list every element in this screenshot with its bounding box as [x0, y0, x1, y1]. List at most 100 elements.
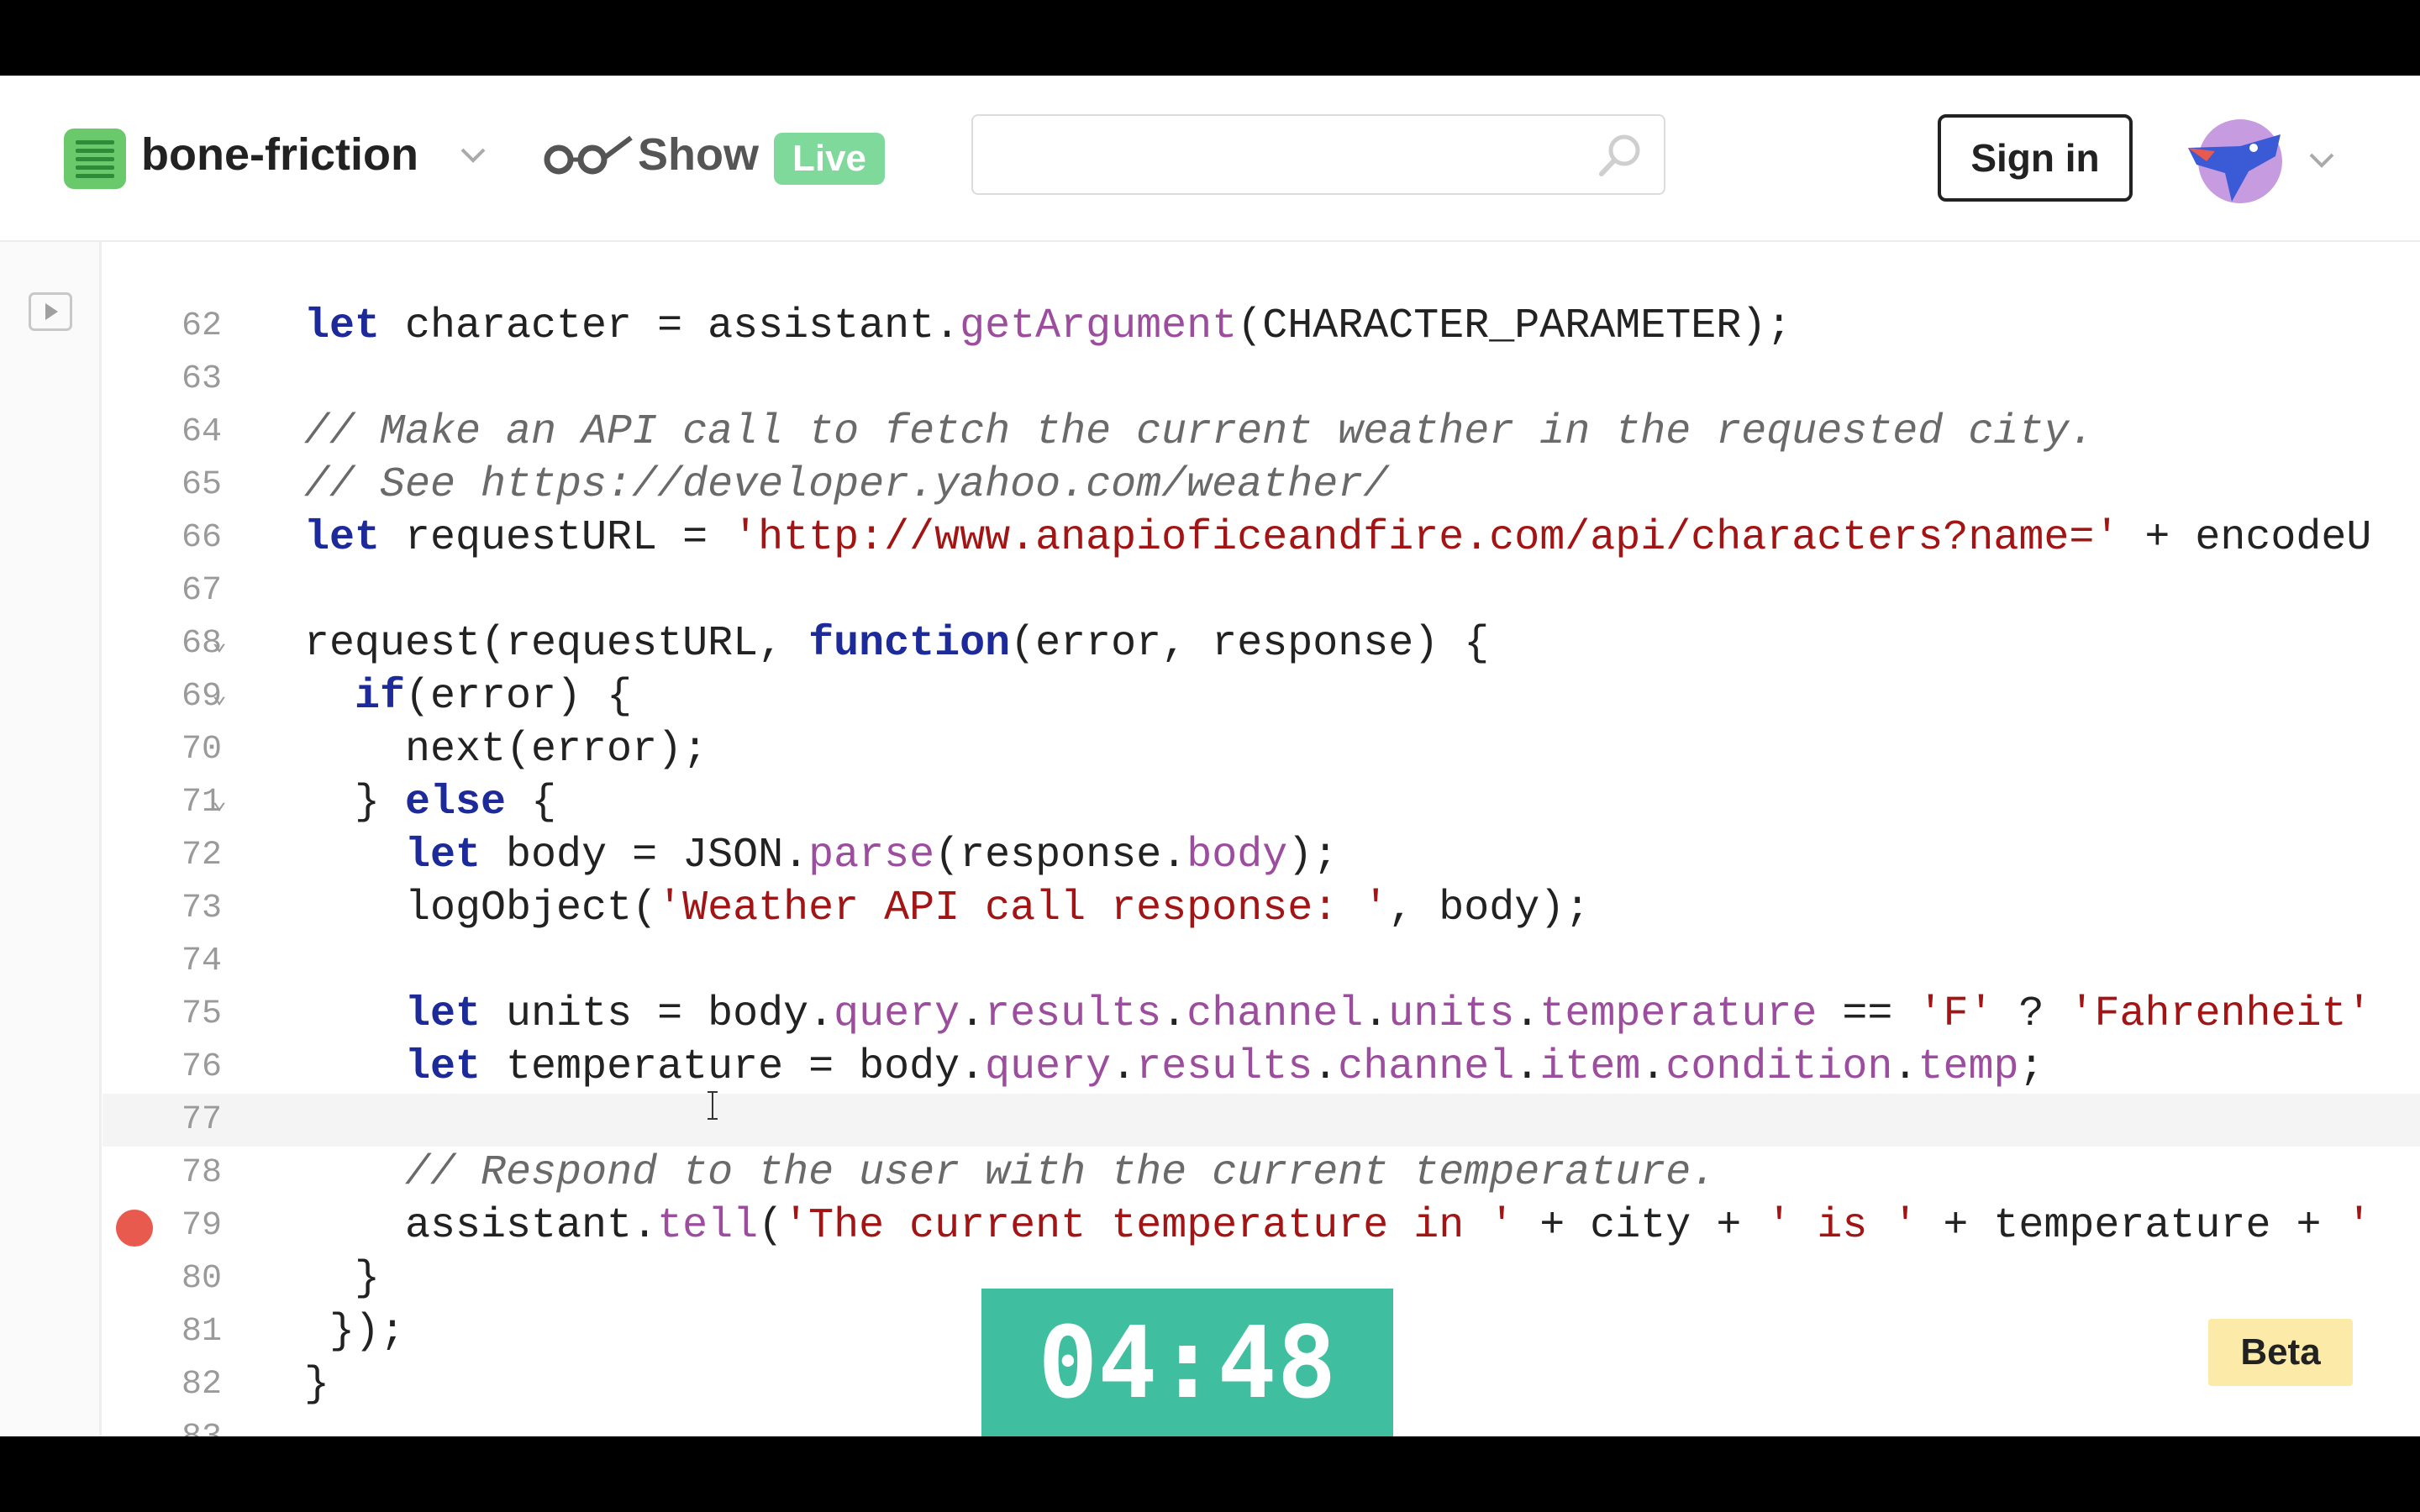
line-number[interactable]: 72 [119, 829, 222, 882]
code-token: ( [758, 1202, 784, 1250]
code-token: query [834, 990, 960, 1038]
line-number[interactable]: 64 [119, 406, 222, 459]
code-text[interactable]: // See https://developer.yahoo.com/weath… [304, 459, 1388, 512]
code-token: tell [657, 1202, 759, 1250]
code-text[interactable]: let body = JSON.parse(response.body); [304, 829, 1338, 882]
code-text[interactable]: let character = assistant.getArgument(CH… [304, 300, 1791, 353]
line-number[interactable]: 73 [119, 882, 222, 935]
code-line[interactable]: 78 // Respond to the user with the curre… [103, 1147, 2420, 1200]
chevron-down-icon[interactable] [2302, 143, 2341, 176]
line-number[interactable]: 63 [119, 353, 222, 406]
code-line[interactable]: 63 [103, 353, 2420, 406]
fold-chevron-icon[interactable]: ⌄ [212, 670, 227, 723]
line-number[interactable]: 82 [119, 1358, 222, 1411]
code-line[interactable]: 65 // See https://developer.yahoo.com/wea… [103, 459, 2420, 512]
code-token: item [1539, 1043, 1641, 1091]
code-text[interactable]: next(error); [304, 723, 708, 776]
code-token: ); [1287, 832, 1339, 879]
code-token: results [985, 990, 1162, 1038]
code-token: (CHARACTER_PARAMETER); [1237, 302, 1792, 350]
line-number[interactable]: 79 [119, 1200, 222, 1252]
search-field[interactable] [971, 114, 1665, 195]
code-token: let [405, 1043, 481, 1091]
line-number[interactable]: 69 [119, 670, 222, 723]
code-text[interactable]: logObject('Weather API call response: ',… [304, 882, 1590, 935]
code-line[interactable]: 76 let temperature = body.query.results.… [103, 1041, 2420, 1094]
code-line[interactable]: 68 ⌄ request(requestURL, function(error, r… [103, 617, 2420, 670]
code-text[interactable]: // Make an API call to fetch the current… [304, 406, 2094, 459]
code-line[interactable]: 70 next(error); [103, 723, 2420, 776]
line-number[interactable]: 65 [119, 459, 222, 512]
code-line[interactable]: 75 let units = body.query.results.channe… [103, 988, 2420, 1041]
line-number[interactable]: 71 [119, 776, 222, 829]
project-name[interactable]: bone-friction [141, 128, 418, 181]
code-token: . [1514, 990, 1540, 1038]
code-line[interactable]: 71 ⌄ } else { [103, 776, 2420, 829]
code-text[interactable]: request(requestURL, function(error, resp… [304, 617, 1489, 670]
line-number[interactable]: 81 [119, 1305, 222, 1358]
code-token: ' [2346, 1202, 2372, 1250]
code-token: . [1892, 1043, 1918, 1091]
code-text[interactable]: // Respond to the user with the current … [304, 1147, 1716, 1200]
code-line[interactable]: 73 logObject('Weather API call response:… [103, 882, 2420, 935]
code-line[interactable]: 77 [103, 1094, 2420, 1147]
code-token: . [1640, 1043, 1666, 1091]
code-text[interactable]: } else { [304, 776, 556, 829]
code-token: + encodeU [2119, 514, 2372, 562]
code-line[interactable]: 69 ⌄ if(error) { [103, 670, 2420, 723]
code-editor[interactable]: 62 let character = assistant.getArgument(… [0, 242, 2420, 1436]
code-token: results [1136, 1043, 1313, 1091]
code-line[interactable]: 62 let character = assistant.getArgument(… [103, 300, 2420, 353]
line-number[interactable]: 67 [119, 564, 222, 617]
code-text[interactable]: if(error) { [304, 670, 632, 723]
code-token: 'Weather API call response: ' [657, 885, 1389, 932]
line-number[interactable]: 76 [119, 1041, 222, 1094]
fold-chevron-icon[interactable]: ⌄ [212, 776, 227, 829]
clipped-line-fragment [405, 276, 1077, 284]
line-number[interactable]: 68 [119, 617, 222, 670]
line-number[interactable]: 75 [119, 988, 222, 1041]
code-text[interactable]: let units = body.query.results.channel.u… [304, 988, 2372, 1041]
code-token: let [405, 832, 481, 879]
code-text[interactable]: } [304, 1358, 329, 1411]
code-text[interactable]: let requestURL = 'http://www.anapioficea… [304, 512, 2371, 564]
avatar[interactable] [2181, 118, 2292, 205]
line-number[interactable]: 66 [119, 512, 222, 564]
code-token: (response. [934, 832, 1187, 879]
code-line[interactable]: 74 [103, 935, 2420, 988]
line-number[interactable]: 74 [119, 935, 222, 988]
chevron-down-icon[interactable] [454, 138, 492, 171]
search-input[interactable] [990, 128, 1581, 183]
line-number[interactable]: 83 [119, 1411, 222, 1436]
play-icon[interactable] [29, 292, 72, 331]
code-text[interactable]: }); [304, 1305, 405, 1358]
code-text[interactable]: assistant.tell('The current temperature … [304, 1200, 2371, 1252]
line-number[interactable]: 62 [119, 300, 222, 353]
code-token: , body); [1388, 885, 1591, 932]
code-line[interactable]: 66 let requestURL = 'http://www.anapiofic… [103, 512, 2420, 564]
code-token: . [960, 990, 986, 1038]
line-number[interactable]: 80 [119, 1252, 222, 1305]
code-area[interactable]: 62 let character = assistant.getArgument(… [103, 242, 2420, 1436]
app-header: bone-friction Show Live Sign in [0, 76, 2420, 242]
code-line[interactable]: 72 let body = JSON.parse(response.body); [103, 829, 2420, 882]
code-line[interactable]: 79 assistant.tell('The current temperatu… [103, 1200, 2420, 1252]
letterbox-bottom [0, 1436, 2420, 1512]
code-text[interactable]: } [304, 1252, 380, 1305]
line-number[interactable]: 78 [119, 1147, 222, 1200]
code-line[interactable]: 64 // Make an API call to fetch the curre… [103, 406, 2420, 459]
fold-chevron-icon[interactable]: ⌄ [212, 617, 227, 670]
line-number[interactable]: 77 [119, 1094, 222, 1147]
project-logo-icon[interactable] [64, 129, 126, 189]
sign-in-button[interactable]: Sign in [1938, 114, 2133, 202]
code-text[interactable]: let temperature = body.query.results.cha… [304, 1041, 2044, 1094]
line-number[interactable]: 70 [119, 723, 222, 776]
code-token: 'Fahrenheit' [2069, 990, 2372, 1038]
code-token: temp [1918, 1043, 2019, 1091]
code-line[interactable]: 67 [103, 564, 2420, 617]
search-icon[interactable] [1597, 131, 1645, 180]
code-token: } [304, 1255, 381, 1303]
